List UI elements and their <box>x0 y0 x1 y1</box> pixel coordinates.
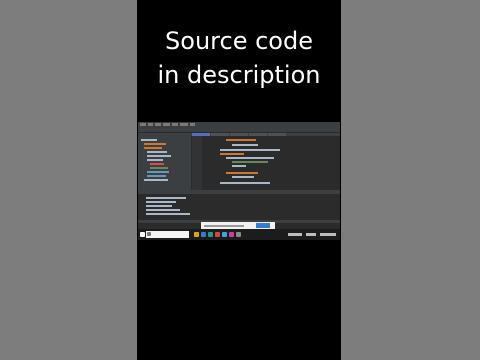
system-tray[interactable] <box>288 233 302 236</box>
caption-line-1: Source code <box>165 27 313 55</box>
browser-icon[interactable] <box>201 232 206 237</box>
folder-icon[interactable] <box>194 232 199 237</box>
app-icon[interactable] <box>222 232 227 237</box>
app-icon[interactable] <box>208 232 213 237</box>
caption-line-2: in description <box>157 61 321 89</box>
ide-menu-item[interactable] <box>140 123 146 126</box>
ide-menu-item[interactable] <box>172 123 178 126</box>
line-gutter <box>192 136 202 190</box>
notification-popup <box>201 222 275 229</box>
code-editor[interactable] <box>192 136 340 190</box>
ide-menu-item[interactable] <box>190 123 195 126</box>
caption-overlay: Source code in description <box>137 24 341 92</box>
search-icon <box>147 232 151 236</box>
app-icon[interactable] <box>215 232 220 237</box>
ide-menu-item[interactable] <box>163 123 170 126</box>
taskbar-clock <box>306 233 316 236</box>
video-frame: Source code in description <box>137 0 341 360</box>
ide-menu-item[interactable] <box>148 123 153 126</box>
run-console <box>138 194 340 220</box>
notification-button[interactable] <box>256 223 270 228</box>
project-tree[interactable] <box>138 136 191 190</box>
app-icon[interactable] <box>236 232 241 237</box>
taskbar-date <box>320 233 336 236</box>
taskbar-search-box[interactable] <box>146 231 189 238</box>
ide-menu-item[interactable] <box>155 123 161 126</box>
windows-start-icon[interactable] <box>140 232 145 237</box>
windows-taskbar <box>138 229 340 240</box>
notification-message <box>204 225 244 227</box>
ide-menu-item[interactable] <box>180 123 188 126</box>
left-side-bar <box>0 0 137 360</box>
ide-icon[interactable] <box>229 232 234 237</box>
right-side-bar <box>341 0 480 360</box>
ide-screenshot <box>138 122 340 240</box>
